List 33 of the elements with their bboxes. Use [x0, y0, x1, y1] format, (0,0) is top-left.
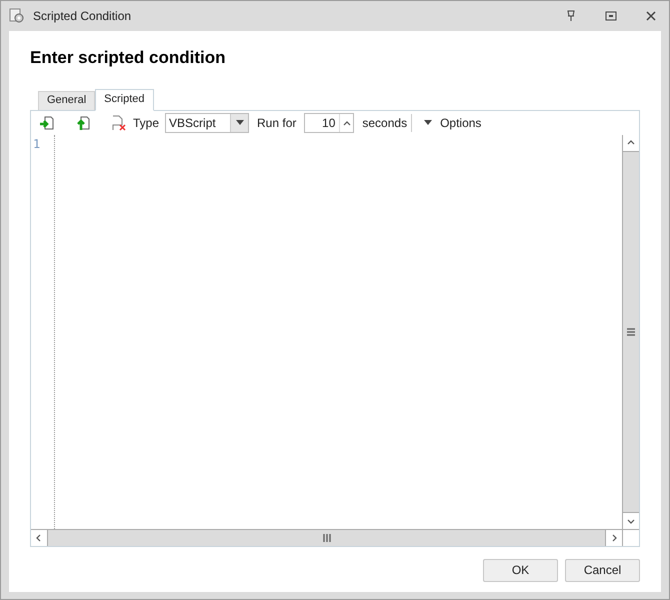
scrollbar-corner	[623, 528, 639, 546]
duration-value: 10	[321, 114, 336, 132]
scroll-down-icon	[627, 516, 635, 524]
caret-icon	[424, 120, 432, 125]
tab[interactable]: Scripted	[95, 88, 154, 110]
grip-icon	[322, 534, 330, 542]
vertical-scrollbar[interactable]	[622, 134, 639, 546]
seconds-label: seconds	[362, 114, 412, 132]
window-title: Scripted Condition	[33, 8, 132, 25]
run-for-label: Run for	[257, 114, 296, 132]
pin-icon[interactable]	[565, 10, 577, 22]
scroll-left-icon	[35, 534, 43, 542]
spin-up-icon	[342, 118, 351, 126]
maximize-icon[interactable]	[605, 10, 617, 22]
scroll-up-icon	[627, 138, 635, 146]
horizontal-scrollbar[interactable]	[31, 528, 622, 546]
type-dropdown[interactable]: VBScript	[165, 112, 250, 132]
options-button[interactable]: Options	[424, 114, 482, 132]
scroll-right-icon	[610, 534, 618, 542]
ok-button[interactable]: OK	[483, 558, 558, 582]
line-number: 1	[32, 136, 42, 152]
type-label: Type	[133, 114, 160, 132]
close-icon[interactable]	[645, 10, 657, 22]
dialog-heading: Enter scripted condition	[30, 47, 227, 69]
export-icon[interactable]	[75, 114, 91, 130]
cancel-button[interactable]: Cancel	[565, 558, 640, 582]
import-icon[interactable]	[39, 114, 55, 130]
grip-icon	[627, 328, 635, 336]
tab[interactable]: General	[38, 90, 96, 110]
type-value: VBScript	[168, 114, 217, 132]
clear-icon[interactable]	[111, 114, 127, 130]
duration-spinner[interactable]: 10	[304, 112, 354, 132]
caret-icon	[236, 120, 244, 125]
